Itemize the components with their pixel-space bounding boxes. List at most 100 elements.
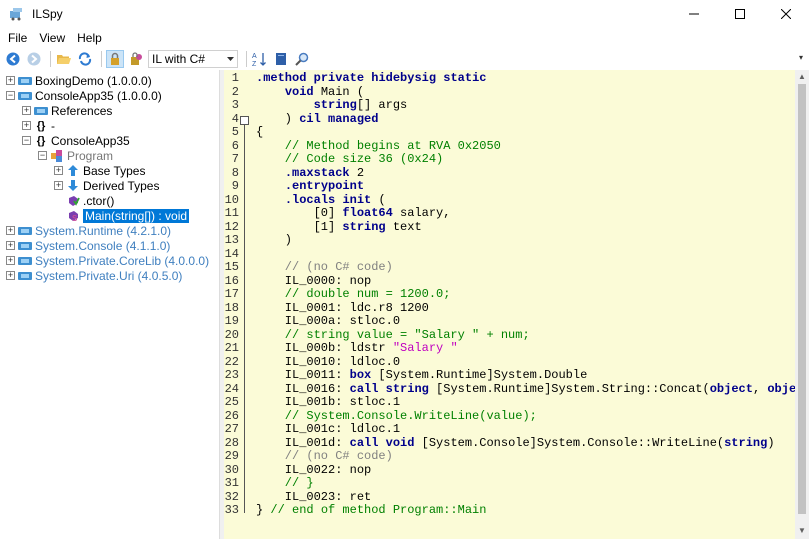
code-text: // } xyxy=(256,476,314,490)
code-line: 9 .entrypoint xyxy=(224,179,795,194)
code-line: 5{ xyxy=(224,125,795,140)
tree-item-ctor[interactable]: .ctor() xyxy=(66,193,114,208)
title-bar: ILSpy xyxy=(0,0,809,28)
collapse-minus-icon[interactable]: − xyxy=(6,91,15,100)
scroll-up-icon[interactable]: ▲ xyxy=(798,72,806,81)
menu-file[interactable]: File xyxy=(2,31,33,45)
expand-plus-icon[interactable]: + xyxy=(22,121,31,130)
maximize-button[interactable] xyxy=(717,0,763,28)
tree-item-system-runtime[interactable]: + System.Runtime (4.2.1.0) xyxy=(6,223,171,238)
menu-help[interactable]: Help xyxy=(71,31,108,45)
search-button[interactable] xyxy=(293,50,311,68)
tree-item-references[interactable]: + References xyxy=(22,103,112,118)
tree-item-label: System.Runtime (4.2.1.0) xyxy=(35,223,172,238)
line-number: 18 xyxy=(224,300,239,315)
tree-item-label: - xyxy=(51,118,55,133)
code-line: 22 IL_0010: ldloc.0 xyxy=(224,355,795,370)
menu-help-label: Help xyxy=(77,31,102,45)
tree-item-consoleapp35-assembly[interactable]: − ConsoleApp35 (1.0.0.0) xyxy=(6,88,162,103)
code-text: .entrypoint xyxy=(284,179,365,193)
tree-item-system-private-corelib[interactable]: + System.Private.CoreLib (4.0.0.0) xyxy=(6,253,209,268)
menu-view[interactable]: View xyxy=(33,31,71,45)
tree-item-label: Program xyxy=(67,148,114,163)
assembly-tree[interactable]: + BoxingDemo (1.0.0.0) − ConsoleApp35 (1… xyxy=(0,70,220,539)
code-line: 3 string[] args xyxy=(224,98,795,113)
line-number: 23 xyxy=(224,368,239,382)
code-line: 33} // end of method Program::Main xyxy=(224,503,795,518)
line-number: 21 xyxy=(224,341,239,355)
line-number: 31 xyxy=(224,476,239,490)
sort-button[interactable]: AZ xyxy=(251,50,269,68)
tree-item-derived-types[interactable]: + Derived Types xyxy=(54,178,159,193)
back-arrow-icon xyxy=(6,52,20,66)
tree-item-label: System.Private.CoreLib (4.0.0.0) xyxy=(35,253,210,268)
code-line: 28 IL_001d: call void [System.Console]Sy… xyxy=(224,436,795,451)
code-line: 18 IL_0001: ldc.r8 1200 xyxy=(224,300,795,316)
search-icon xyxy=(295,52,309,66)
code-line: 16 IL_0000: nop xyxy=(224,273,795,289)
tree-item-label: System.Console (4.1.1.0) xyxy=(35,238,171,253)
code-line: 20 // string value = "Salary " + num; xyxy=(224,328,795,343)
back-button[interactable] xyxy=(4,50,22,68)
vertical-scrollbar[interactable]: ▲ ▼ xyxy=(795,70,809,539)
class-icon xyxy=(50,149,64,162)
forward-button[interactable] xyxy=(25,50,43,68)
line-number: 2 xyxy=(231,84,239,99)
code-line: 1 .method private hidebysig static xyxy=(224,71,795,86)
expand-plus-icon[interactable]: + xyxy=(6,226,15,235)
scrollbar-thumb[interactable] xyxy=(798,84,806,514)
show-internal-api-button[interactable] xyxy=(106,50,124,68)
code-line: 2 void Main ( xyxy=(224,84,795,100)
close-button[interactable] xyxy=(763,0,809,28)
collapse-minus-icon[interactable]: − xyxy=(22,136,31,145)
code-text: IL_0000: nop xyxy=(256,273,372,288)
code-text: [1] string text xyxy=(256,219,422,234)
expand-plus-icon[interactable]: + xyxy=(54,181,63,190)
code-line: 17 // double num = 1200.0; xyxy=(224,287,795,302)
expand-plus-icon[interactable]: + xyxy=(6,256,15,265)
tree-item-program[interactable]: − Program xyxy=(38,148,113,163)
language-select[interactable]: IL with C# xyxy=(148,50,238,68)
scroll-down-icon[interactable]: ▼ xyxy=(798,526,806,535)
line-number: 14 xyxy=(224,246,239,261)
tree-item-main-method[interactable]: S Main(string[]) : void xyxy=(66,208,190,223)
expand-plus-icon[interactable]: + xyxy=(54,166,63,175)
code-text: void Main ( xyxy=(284,84,365,99)
expand-plus-icon[interactable]: + xyxy=(6,76,15,85)
assembly-icon xyxy=(18,269,32,282)
expand-plus-icon[interactable]: + xyxy=(6,241,15,250)
code-text: // System.Console.WriteLine(value); xyxy=(256,408,537,423)
code-line: 14 xyxy=(224,246,795,262)
reload-button[interactable] xyxy=(76,50,94,68)
collapse-minus-icon[interactable]: − xyxy=(38,151,47,160)
expand-plus-icon[interactable]: + xyxy=(22,106,31,115)
toolbar-separator xyxy=(246,51,247,67)
expand-plus-icon[interactable]: + xyxy=(6,271,15,280)
show-all-members-button[interactable] xyxy=(127,50,145,68)
code-text: IL_000a: stloc.0 xyxy=(256,314,401,328)
decompiled-code-view[interactable]: 1 .method private hidebysig static 2 void … xyxy=(224,70,795,539)
line-number: 32 xyxy=(224,489,239,504)
tree-item-empty-namespace[interactable]: + {} - xyxy=(22,118,55,133)
code-line: 4 ) cil managed xyxy=(224,112,795,127)
method-icon xyxy=(66,194,80,207)
tree-item-consoleapp35-namespace[interactable]: − {} ConsoleApp35 xyxy=(22,133,130,148)
references-icon xyxy=(34,104,48,117)
line-number: 13 xyxy=(224,233,239,247)
code-text: // Code size 36 (0x24) xyxy=(256,152,444,166)
code-text: .locals init ( xyxy=(284,192,386,207)
line-number: 16 xyxy=(224,273,239,288)
code-text: } // end of method Program::Main xyxy=(256,503,487,517)
tree-item-system-private-uri[interactable]: + System.Private.Uri (4.0.5.0) xyxy=(6,268,182,283)
tree-item-system-console[interactable]: + System.Console (4.1.1.0) xyxy=(6,238,170,253)
reload-icon xyxy=(78,52,92,66)
line-number: 15 xyxy=(224,260,239,274)
tree-item-label: BoxingDemo (1.0.0.0) xyxy=(35,73,152,88)
manage-lists-button[interactable] xyxy=(272,50,290,68)
line-number: 27 xyxy=(224,422,239,436)
open-button[interactable] xyxy=(55,50,73,68)
toolbar-overflow-icon[interactable]: ▾ xyxy=(799,53,803,62)
tree-item-base-types[interactable]: + Base Types xyxy=(54,163,145,178)
tree-item-boxingdemo[interactable]: + BoxingDemo (1.0.0.0) xyxy=(6,73,152,88)
minimize-button[interactable] xyxy=(671,0,717,28)
